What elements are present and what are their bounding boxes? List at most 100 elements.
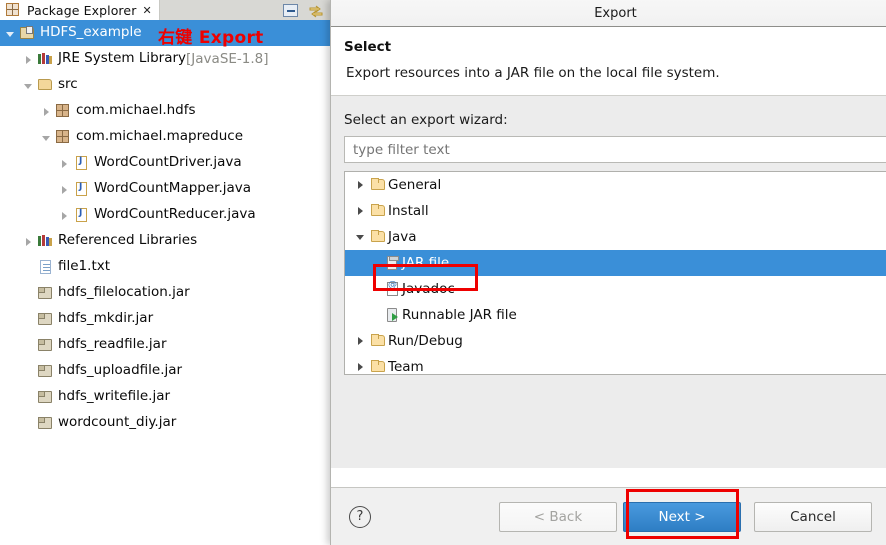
source-folder-icon — [37, 77, 54, 93]
tree-item[interactable]: JRE System Library [JavaSE-1.8] — [0, 46, 330, 72]
wizard-tree-item-label: Install — [388, 203, 429, 219]
wizard-tree-item-label: General — [388, 177, 442, 193]
expand-toggle-icon[interactable] — [40, 105, 53, 118]
twisty-placeholder — [22, 339, 35, 352]
tree-item-label: wordcount_diy.jar — [58, 414, 177, 431]
tree-item-label: hdfs_writefile.jar — [58, 388, 171, 405]
expand-toggle-icon[interactable] — [22, 235, 35, 248]
twisty-placeholder — [22, 287, 35, 300]
jar-file-icon — [383, 255, 401, 271]
folder-icon — [369, 177, 387, 193]
expand-toggle-icon[interactable] — [355, 230, 369, 244]
page-description: Export resources into a JAR file on the … — [346, 65, 720, 81]
tree-item-label: WordCountReducer.java — [94, 206, 256, 223]
package-icon — [55, 129, 72, 145]
expand-toggle-icon[interactable] — [355, 204, 369, 218]
tree-item[interactable]: src — [0, 72, 330, 98]
library-icon — [37, 233, 54, 249]
tree-item-label: hdfs_mkdir.jar — [58, 310, 154, 327]
tree-item-label: hdfs_filelocation.jar — [58, 284, 190, 301]
tree-item[interactable]: file1.txt — [0, 254, 330, 280]
tree-item[interactable]: hdfs_writefile.jar — [0, 384, 330, 410]
help-icon[interactable]: ? — [349, 505, 371, 528]
dialog-titlebar: Export — [331, 0, 886, 27]
javadoc-icon — [383, 280, 401, 297]
expand-toggle-icon[interactable] — [4, 27, 17, 40]
wizard-tree-item[interactable]: Java — [345, 224, 886, 250]
twisty-placeholder — [22, 391, 35, 404]
tree-item[interactable]: WordCountMapper.java — [0, 176, 330, 202]
twisty-placeholder — [22, 313, 35, 326]
wizard-tree-item[interactable]: Team — [345, 354, 886, 375]
folder-icon — [369, 203, 387, 219]
screen: Package Explorer ✕ HDFS_example JRE Syste… — [0, 0, 886, 545]
twisty-placeholder — [22, 365, 35, 378]
expand-toggle-icon[interactable] — [58, 183, 71, 196]
java-file-icon — [73, 207, 90, 223]
wizard-tree-item-label: Javadoc — [402, 281, 455, 297]
package-explorer-icon — [5, 2, 19, 18]
wizard-tree-item[interactable]: Runnable JAR file — [345, 302, 886, 328]
jar-icon — [37, 285, 54, 301]
package-explorer-tabbar: Package Explorer ✕ — [0, 0, 330, 20]
twisty-placeholder — [22, 261, 35, 274]
folder-icon — [369, 229, 387, 245]
wizard-tree-item[interactable]: Install — [345, 198, 886, 224]
annotation-right-click-export: 右键 Export — [158, 28, 264, 48]
package-explorer-view: Package Explorer ✕ HDFS_example JRE Syste… — [0, 0, 330, 545]
wizard-tree-item-label: Run/Debug — [388, 333, 463, 349]
export-wizard-tree[interactable]: General Install Java JAR file Javadoc Runnabl… — [344, 171, 886, 375]
wizard-tree-item-label: Team — [388, 359, 424, 375]
back-button[interactable]: < Back — [499, 501, 617, 532]
tree-item-label: hdfs_readfile.jar — [58, 336, 167, 353]
wizard-tree-item[interactable]: General — [345, 172, 886, 198]
project-icon — [19, 25, 36, 41]
tree-item[interactable]: hdfs_readfile.jar — [0, 332, 330, 358]
project-tree[interactable]: HDFS_example JRE System Library [JavaSE-1… — [0, 20, 330, 436]
export-dialog: Export Select Export resources into a JA… — [330, 0, 886, 545]
wizard-tree-item-label: Java — [388, 229, 417, 245]
tree-item-suffix: [JavaSE-1.8] — [186, 51, 269, 67]
dialog-title: Export — [594, 5, 637, 21]
wizard-tree-item[interactable]: JAR file — [345, 250, 886, 276]
library-icon — [37, 51, 54, 67]
jar-icon — [37, 337, 54, 353]
expand-toggle-icon[interactable] — [58, 209, 71, 222]
expand-toggle-icon[interactable] — [355, 334, 369, 348]
tab-label: Package Explorer — [27, 2, 137, 18]
tree-item-label: WordCountMapper.java — [94, 180, 252, 197]
tree-item[interactable]: com.michael.mapreduce — [0, 124, 330, 150]
expand-toggle-icon[interactable] — [40, 131, 53, 144]
tab-package-explorer[interactable]: Package Explorer ✕ — [0, 0, 160, 20]
wizard-tree-item[interactable]: Javadoc — [345, 276, 886, 302]
cancel-button[interactable]: Cancel — [754, 501, 872, 532]
tree-item[interactable]: WordCountDriver.java — [0, 150, 330, 176]
view-toolbar — [283, 1, 324, 20]
folder-icon — [369, 333, 387, 349]
tree-item[interactable]: com.michael.hdfs — [0, 98, 330, 124]
filter-input[interactable] — [344, 136, 886, 163]
close-icon[interactable]: ✕ — [142, 4, 151, 17]
tree-item[interactable]: Referenced Libraries — [0, 228, 330, 254]
expand-toggle-icon[interactable] — [22, 53, 35, 66]
tree-item[interactable]: hdfs_filelocation.jar — [0, 280, 330, 306]
wizard-list-label: Select an export wizard: — [344, 112, 508, 128]
tree-item-label: file1.txt — [58, 258, 111, 275]
expand-toggle-icon[interactable] — [355, 360, 369, 374]
tree-item-label: src — [58, 76, 78, 93]
next-button[interactable]: Next > — [623, 501, 741, 532]
wizard-tree-item[interactable]: Run/Debug — [345, 328, 886, 354]
java-file-icon — [73, 155, 90, 171]
tree-item[interactable]: WordCountReducer.java — [0, 202, 330, 228]
dialog-body: Select an export wizard: General Install J… — [331, 96, 886, 468]
expand-toggle-icon[interactable] — [355, 178, 369, 192]
tree-item[interactable]: wordcount_diy.jar — [0, 410, 330, 436]
tree-item[interactable]: hdfs_uploadfile.jar — [0, 358, 330, 384]
expand-toggle-icon[interactable] — [22, 79, 35, 92]
tree-item[interactable]: hdfs_mkdir.jar — [0, 306, 330, 332]
dialog-header: Select Export resources into a JAR file … — [331, 27, 886, 96]
jar-icon — [37, 311, 54, 327]
expand-toggle-icon[interactable] — [58, 157, 71, 170]
minimize-icon[interactable] — [283, 4, 298, 17]
link-with-editor-icon[interactable] — [308, 4, 324, 18]
